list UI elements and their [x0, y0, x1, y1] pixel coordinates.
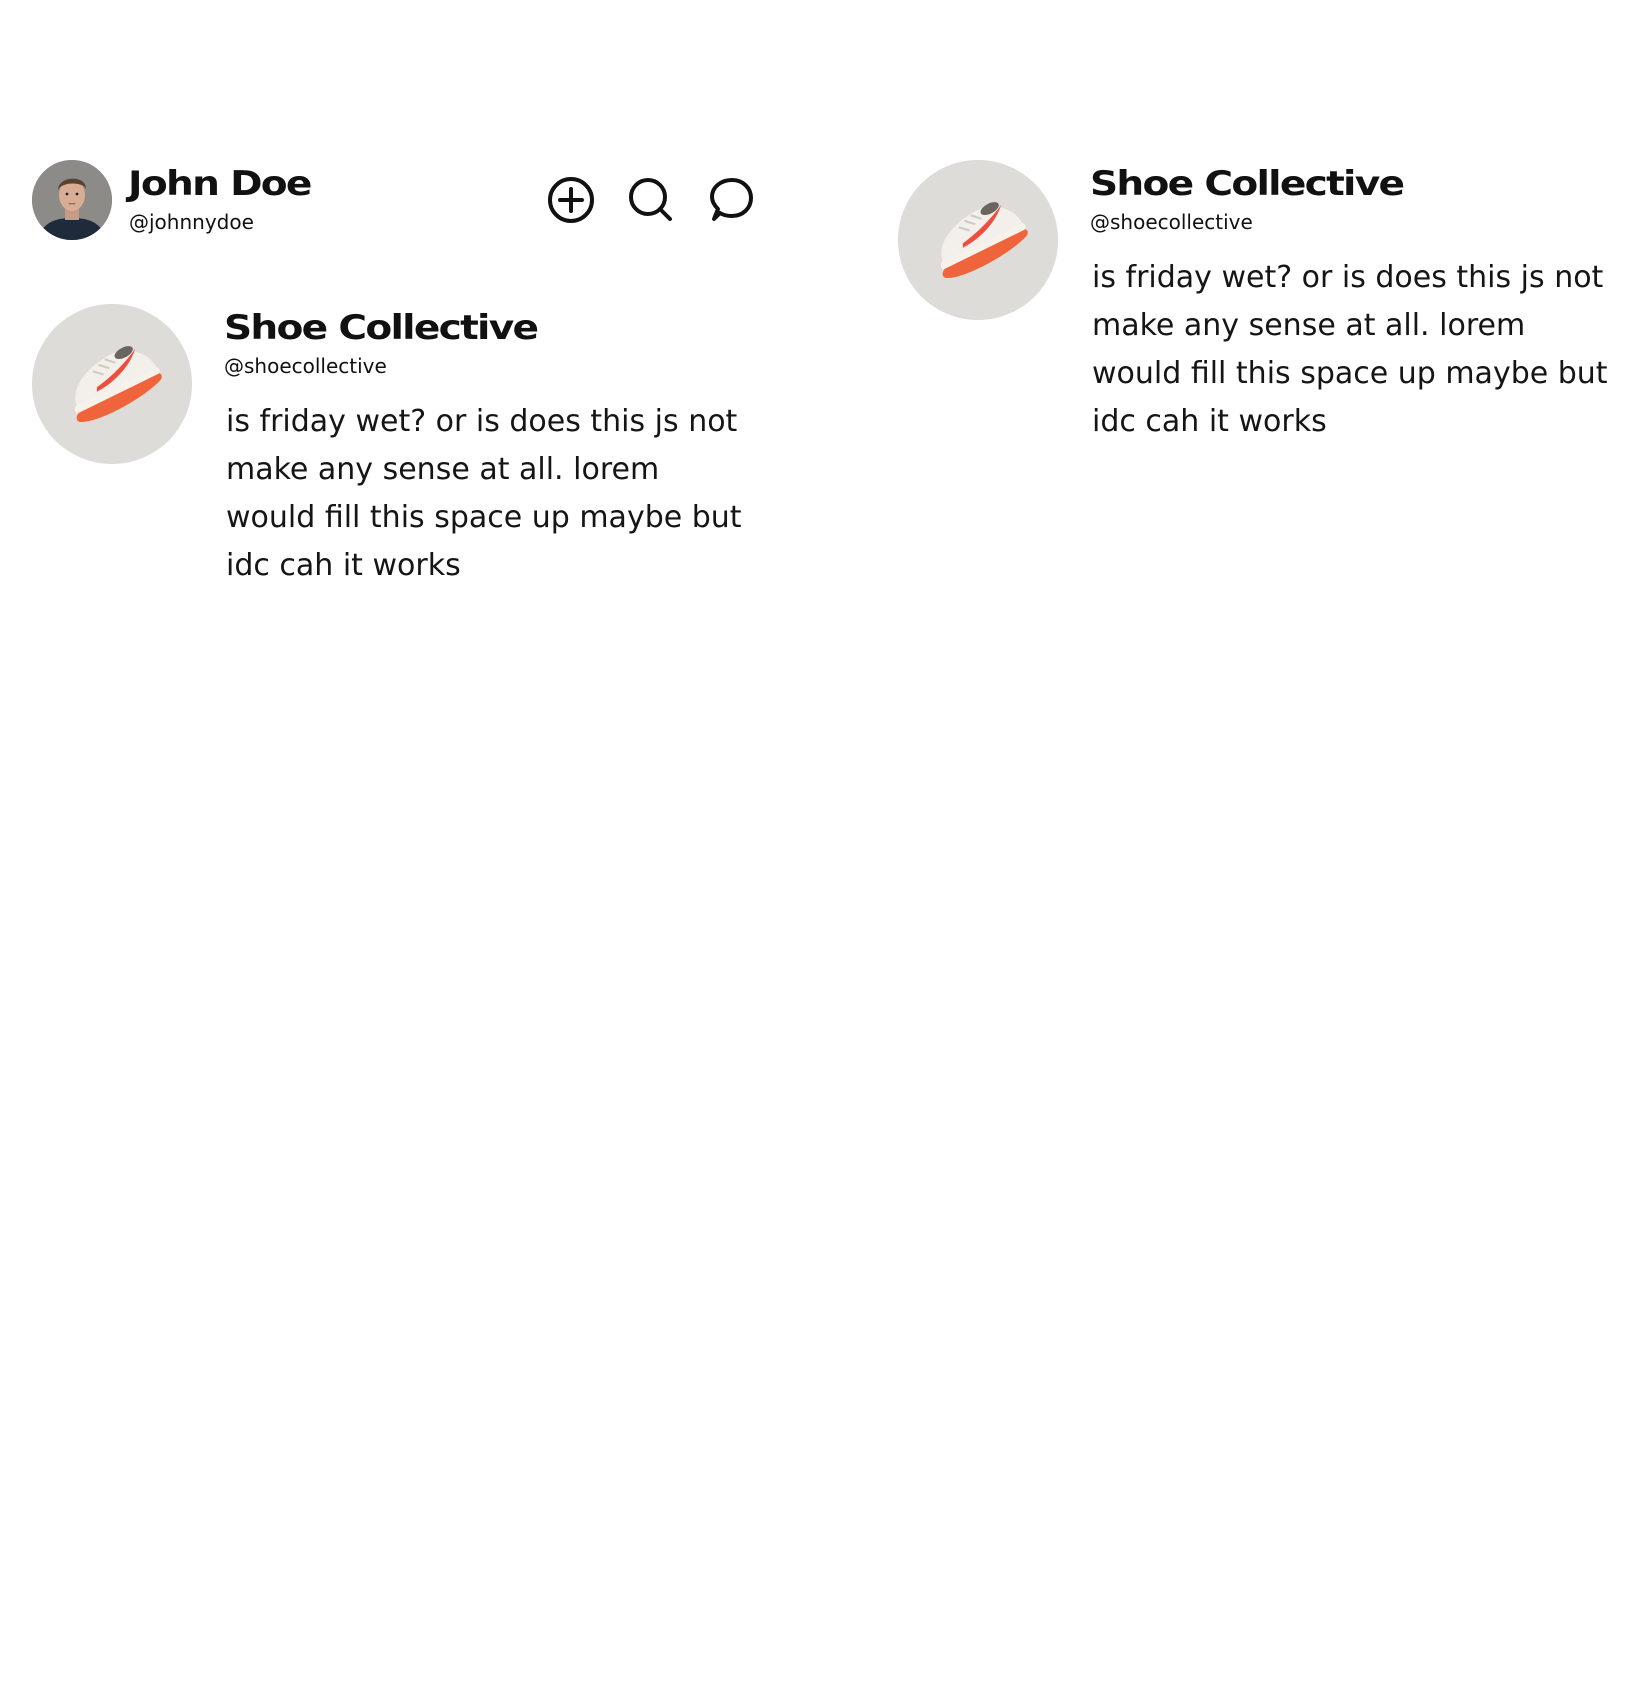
profile-avatar[interactable]	[32, 160, 112, 240]
post-author-handle: @shoecollective	[224, 354, 387, 378]
post-avatar[interactable]	[32, 304, 192, 464]
chat-bubble-icon	[710, 178, 753, 221]
profile-handle: @johnnydoe	[129, 210, 254, 234]
profile-name: John Doe	[128, 164, 312, 204]
post-card[interactable]: Shoe Collective @shoecollective is frida…	[898, 160, 1652, 460]
sneaker-avatar-icon	[898, 160, 1058, 320]
post-author-handle: @shoecollective	[1090, 210, 1253, 234]
add-post-button[interactable]	[546, 175, 596, 225]
header-actions	[546, 175, 756, 225]
post-author-name: Shoe Collective	[224, 308, 539, 348]
user-avatar-icon	[32, 160, 112, 240]
post-card[interactable]: Shoe Collective @shoecollective is frida…	[32, 304, 792, 604]
post-author-name: Shoe Collective	[1090, 164, 1405, 204]
search-icon	[629, 178, 672, 221]
messages-button[interactable]	[706, 175, 756, 225]
plus-circle-icon	[548, 177, 594, 223]
post-avatar[interactable]	[898, 160, 1058, 320]
sneaker-avatar-icon	[32, 304, 192, 464]
post-text: is friday wet? or is does this js not ma…	[1092, 260, 1608, 439]
search-button[interactable]	[626, 175, 676, 225]
post-text: is friday wet? or is does this js not ma…	[226, 404, 742, 583]
profile-header: John Doe @johnnydoe	[32, 160, 753, 240]
